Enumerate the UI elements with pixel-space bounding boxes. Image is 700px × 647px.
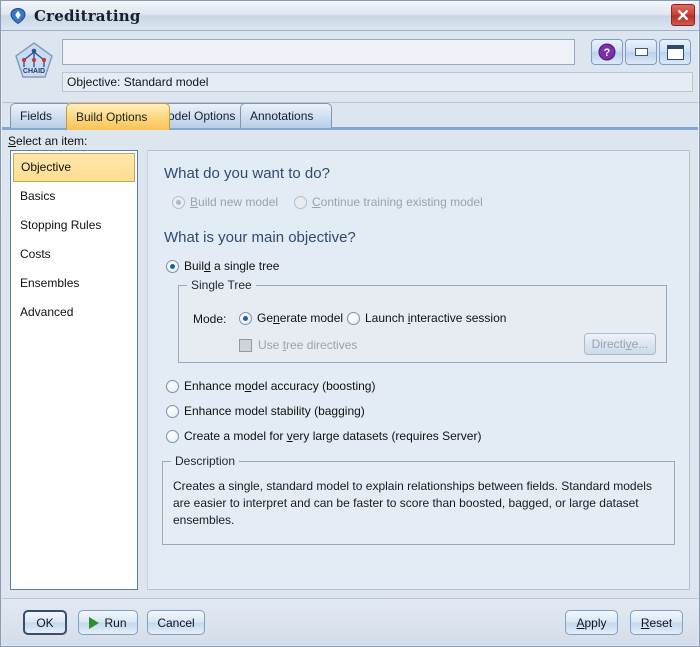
apply-button-label: Apply bbox=[576, 615, 607, 630]
tab-annotations[interactable]: Annotations bbox=[240, 103, 332, 128]
reset-button-label: Reset bbox=[640, 615, 673, 630]
model-name-input[interactable] bbox=[62, 39, 575, 65]
close-button[interactable] bbox=[671, 4, 695, 26]
tab-fields[interactable]: Fields bbox=[10, 103, 72, 128]
description-legend: Description bbox=[171, 454, 240, 468]
radio-enhance-model-accuracy[interactable]: Enhance model accuracy (boosting) bbox=[166, 379, 375, 393]
run-button-label: Run bbox=[104, 615, 127, 630]
maximize-icon bbox=[666, 44, 684, 60]
sidebar-item-basics[interactable]: Basics bbox=[11, 182, 137, 211]
item-list[interactable]: Objective Basics Stopping Rules Costs En… bbox=[10, 150, 138, 590]
minimize-icon bbox=[634, 48, 648, 56]
radio-generate-model[interactable]: Generate model bbox=[239, 311, 343, 325]
title-bar: Creditrating bbox=[1, 1, 699, 31]
dialog-header: CHAID Objective: Standard model ? bbox=[2, 31, 698, 103]
options-pane: What do you want to do? Build new model … bbox=[147, 150, 690, 590]
question-main-objective: What is your main objective? bbox=[164, 229, 356, 246]
svg-text:CHAID: CHAID bbox=[23, 68, 45, 75]
checkbox-use-tree-directives[interactable]: Use tree directives bbox=[239, 338, 357, 352]
radio-build-new-model[interactable]: Build new model bbox=[172, 195, 278, 209]
radio-label: Enhance model accuracy (boosting) bbox=[184, 379, 376, 393]
help-button[interactable]: ? bbox=[591, 39, 623, 65]
window-title: Creditrating bbox=[34, 6, 141, 25]
help-icon: ? bbox=[598, 43, 616, 61]
checkbox-label: Use tree directives bbox=[258, 338, 358, 352]
radio-indicator[interactable] bbox=[239, 311, 252, 325]
cancel-button[interactable]: Cancel bbox=[147, 610, 205, 635]
description-group: Description Creates a single, standard m… bbox=[162, 454, 675, 545]
tab-build-options[interactable]: Build Options bbox=[66, 103, 170, 130]
sidebar-item-stopping-rules[interactable]: Stopping Rules bbox=[11, 211, 137, 240]
dialog-window: Creditrating CHAID Objective: Standard m… bbox=[0, 0, 700, 647]
radio-label: Enhance model stability (bagging) bbox=[184, 404, 365, 418]
radio-label: Generate model bbox=[257, 311, 344, 325]
radio-indicator[interactable] bbox=[166, 259, 179, 273]
single-tree-group: Single Tree Mode: Generate model Launch … bbox=[178, 278, 667, 363]
radio-indicator[interactable] bbox=[294, 195, 307, 209]
radio-label: Continue training existing model bbox=[312, 195, 483, 209]
radio-launch-interactive-session[interactable]: Launch interactive session bbox=[347, 311, 506, 325]
window-node-icon bbox=[9, 7, 27, 25]
radio-indicator[interactable] bbox=[172, 195, 185, 209]
radio-indicator[interactable] bbox=[347, 311, 360, 325]
radio-label: Launch interactive session bbox=[365, 311, 507, 325]
ok-button[interactable]: OK bbox=[23, 610, 67, 635]
radio-indicator[interactable] bbox=[166, 429, 179, 443]
question-what-do-you-want: What do you want to do? bbox=[164, 165, 330, 182]
svg-text:?: ? bbox=[604, 47, 611, 59]
maximize-button[interactable] bbox=[659, 39, 691, 65]
directive-button-label: Directive... bbox=[591, 337, 649, 351]
button-bar: OK Run Cancel Apply Reset bbox=[2, 598, 698, 645]
radio-continue-training[interactable]: Continue training existing model bbox=[294, 195, 483, 209]
radio-indicator[interactable] bbox=[166, 379, 179, 393]
sidebar-item-advanced[interactable]: Advanced bbox=[11, 298, 137, 327]
mode-label: Mode: bbox=[193, 312, 227, 326]
description-text: Creates a single, standard model to expl… bbox=[173, 479, 652, 527]
radio-label: Build a single tree bbox=[184, 259, 280, 273]
play-icon bbox=[89, 616, 100, 629]
reset-button[interactable]: Reset bbox=[630, 610, 683, 635]
objective-status-bar: Objective: Standard model bbox=[62, 72, 693, 92]
sidebar-item-objective[interactable]: Objective bbox=[13, 153, 135, 182]
chaid-model-icon: CHAID bbox=[11, 39, 57, 85]
sidebar-item-costs[interactable]: Costs bbox=[11, 240, 137, 269]
radio-indicator[interactable] bbox=[166, 404, 179, 418]
radio-build-single-tree[interactable]: Build a single tree bbox=[166, 259, 279, 273]
run-button[interactable]: Run bbox=[78, 610, 138, 635]
sidebar-item-ensembles[interactable]: Ensembles bbox=[11, 269, 137, 298]
radio-label: Create a model for very large datasets (… bbox=[184, 429, 482, 443]
checkbox-indicator[interactable] bbox=[239, 338, 252, 352]
radio-enhance-model-stability[interactable]: Enhance model stability (bagging) bbox=[166, 404, 365, 418]
tab-strip: Fields Build Options Model Options Annot… bbox=[2, 103, 698, 130]
select-item-label: Select an item: bbox=[8, 134, 88, 148]
directive-button[interactable]: Directive... bbox=[584, 333, 656, 355]
content-area: Select an item: Objective Basics Stoppin… bbox=[2, 130, 698, 598]
single-tree-legend: Single Tree bbox=[187, 278, 256, 292]
close-icon bbox=[678, 10, 688, 20]
radio-label: Build new model bbox=[190, 195, 279, 209]
minimize-button[interactable] bbox=[625, 39, 657, 65]
radio-create-model-large-datasets[interactable]: Create a model for very large datasets (… bbox=[166, 429, 481, 443]
apply-button[interactable]: Apply bbox=[565, 610, 618, 635]
